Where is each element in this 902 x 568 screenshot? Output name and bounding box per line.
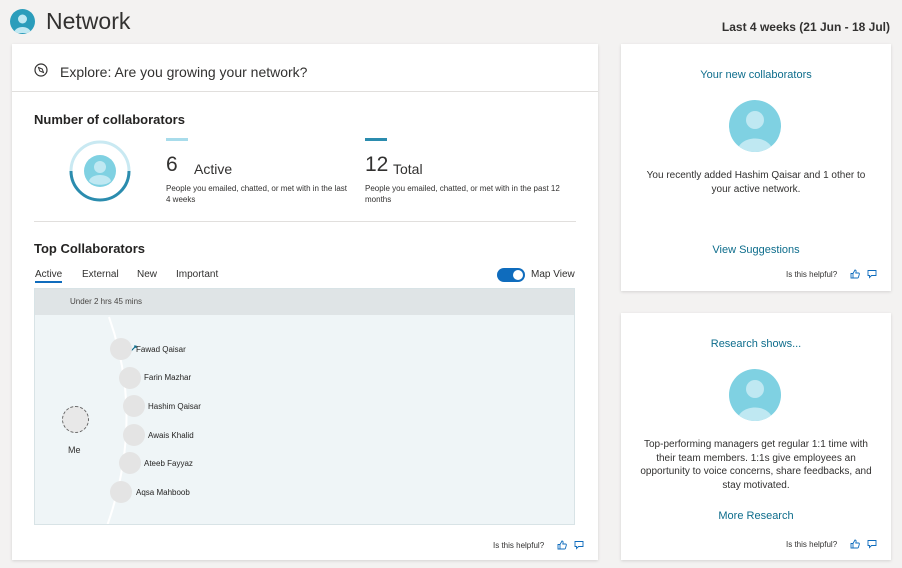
new-collaborators-text: You recently added Hashim Qaisar and 1 o… [646,170,866,195]
thumbs-up-icon[interactable] [557,540,567,550]
app-logo-icon [10,9,35,34]
collaborator-node[interactable] [119,452,141,474]
collaborator-node[interactable] [110,338,132,360]
helpful-question: Is this helpful? [786,270,838,279]
thumbs-up-icon[interactable] [850,269,860,279]
collaborator-map: Under 2 hrs 45 mins Me Fawad Qaisar Fari… [34,288,575,525]
network-main-card: Explore: Are you growing your network? N… [12,44,598,560]
person-avatar-icon [729,100,781,152]
person-avatar-icon [729,369,781,421]
top-bar: Network Last 4 weeks (21 Jun - 18 Jul) [0,0,902,44]
research-title: Research shows... [710,338,802,350]
new-collaborators-card: Your new collaborators You recently adde… [621,44,891,291]
collaborator-node[interactable] [123,424,145,446]
collaborator-name: Ateeb Fayyaz [144,459,193,468]
collaborator-node[interactable] [110,481,132,503]
top-collaborators-title: Top Collaborators [34,241,145,256]
tab-new[interactable]: New [137,269,157,280]
total-count: 12 [365,153,389,176]
me-node[interactable] [62,406,89,433]
active-label: Active [194,161,233,177]
me-label: Me [68,445,81,455]
collaborators-ring-chart [69,140,131,202]
helpful-question: Is this helpful? [786,540,838,549]
active-description: People you emailed, chatted, or met with… [166,184,347,204]
collaborator-node[interactable] [123,395,145,417]
thumbs-up-icon[interactable] [850,539,860,549]
collaborator-name: Fawad Qaisar [136,345,186,354]
comment-icon[interactable] [574,540,584,550]
research-card: Research shows... Top-performing manager… [621,313,891,560]
view-suggestions-link[interactable]: View Suggestions [621,244,891,256]
collaborator-name: Awais Khalid [148,431,194,440]
more-research-link[interactable]: More Research [621,510,891,522]
collaborator-name: Aqsa Mahboob [136,488,190,497]
comment-icon[interactable] [867,539,877,549]
compass-icon [34,63,48,77]
collaborator-name: Farin Mazhar [144,373,192,382]
tab-important[interactable]: Important [176,269,218,280]
helpful-question: Is this helpful? [493,541,545,550]
toggle-knob [513,270,523,280]
collaborator-name: Hashim Qaisar [148,402,201,411]
date-range: Last 4 weeks (21 Jun - 18 Jul) [721,20,890,34]
collaborator-node[interactable] [119,367,141,389]
research-text: Top-performing managers get regular 1:1 … [640,439,872,491]
total-stat-bar [365,138,387,141]
page-title: Network [46,8,131,34]
explore-header[interactable]: Explore: Are you growing your network? [12,44,598,92]
map-view-label: Map View [531,269,575,280]
section-divider [34,221,576,222]
active-stat-bar [166,138,188,141]
tab-external[interactable]: External [82,269,119,280]
explore-title: Explore: Are you growing your network? [60,64,308,80]
tab-active[interactable]: Active [35,269,63,283]
map-view-toggle[interactable] [497,268,525,282]
active-count: 6 [166,153,178,176]
collaborators-title: Number of collaborators [34,112,185,127]
new-collaborators-title: Your new collaborators [700,69,812,81]
total-label: Total [393,161,423,177]
comment-icon[interactable] [867,269,877,279]
total-description: People you emailed, chatted, or met with… [365,184,560,204]
